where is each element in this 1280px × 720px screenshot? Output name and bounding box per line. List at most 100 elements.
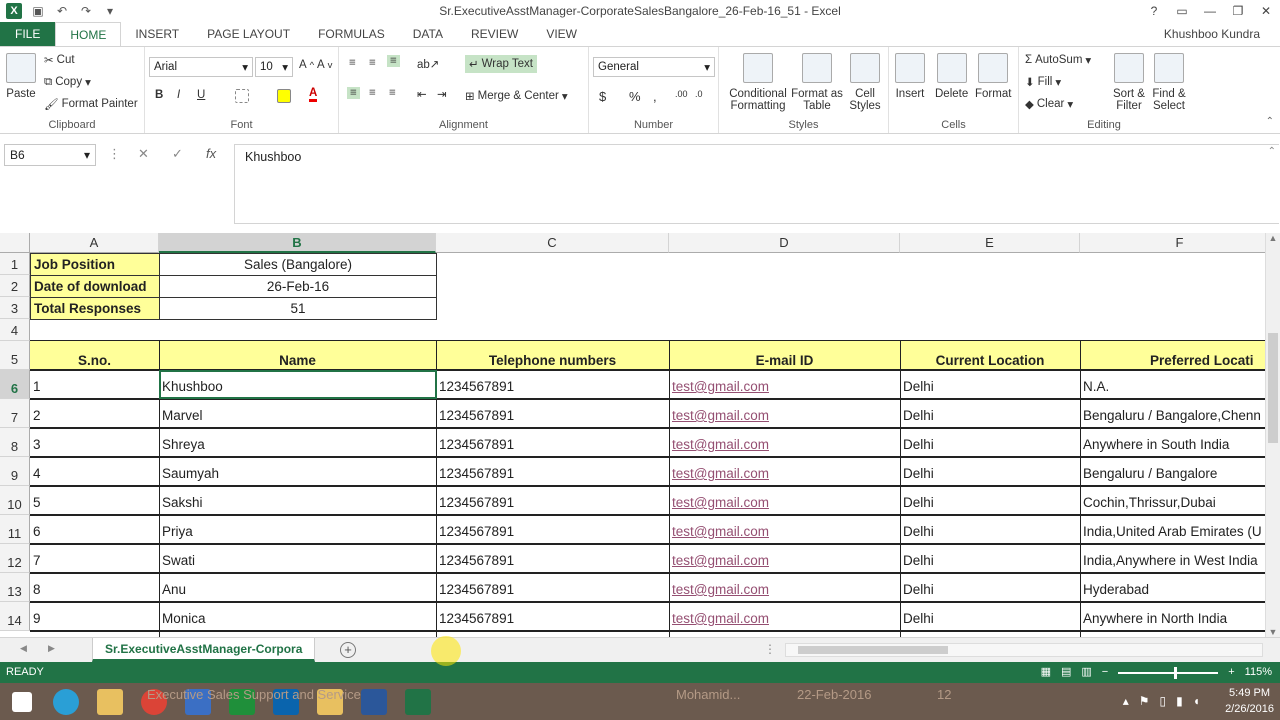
preferred-location-cell[interactable]: Bengaluru / Bangalore,Chenn — [1080, 399, 1265, 428]
clear-button[interactable]: ◆ Clear ▾ — [1025, 97, 1073, 111]
preferred-location-cell[interactable]: Bengaluru / Bangalore — [1080, 457, 1265, 486]
start-button[interactable] — [0, 683, 44, 720]
page-layout-view-icon[interactable]: ▤ — [1061, 662, 1071, 683]
customize-qat-icon[interactable]: ▾ — [102, 4, 118, 18]
fill-button[interactable]: ⬇ Fill ▾ — [1025, 75, 1061, 89]
orientation-icon[interactable]: ab↗ — [417, 57, 439, 71]
sno-cell[interactable]: 6 — [30, 515, 159, 544]
font-color-button[interactable]: A — [309, 87, 318, 102]
shrink-font-button[interactable]: Av — [317, 59, 332, 71]
email-cell[interactable]: test@gmail.com — [669, 399, 900, 428]
worksheet-grid[interactable]: A B C D E F 1 2 3 4 5 6 7 8 9 10 11 12 1… — [0, 233, 1265, 637]
meta-value-cell[interactable]: 51 — [159, 297, 437, 320]
decrease-decimal-icon[interactable]: .0 — [695, 89, 703, 99]
collapse-ribbon-icon[interactable]: ⌃ — [1266, 116, 1274, 127]
preferred-location-cell[interactable]: Hyderabad — [1080, 573, 1265, 602]
header-cell-current-location[interactable]: Current Location — [900, 341, 1080, 370]
preferred-location-cell[interactable]: Cochin,Thrissur,Dubai — [1080, 486, 1265, 515]
meta-value-cell[interactable]: Sales (Bangalore) — [159, 253, 437, 276]
insert-function-icon[interactable]: fx — [206, 146, 216, 161]
scroll-up-icon[interactable]: ▲ — [1266, 233, 1280, 243]
font-size-select[interactable]: 10 ▾ — [255, 57, 293, 77]
next-sheet-icon[interactable]: ▶ — [48, 643, 55, 654]
row-header[interactable]: 13 — [0, 573, 30, 602]
zoom-slider[interactable] — [1118, 666, 1219, 679]
row-header[interactable]: 7 — [0, 399, 30, 428]
phone-cell[interactable]: 1234567891 — [436, 515, 669, 544]
minimize-icon[interactable]: — — [1196, 0, 1224, 22]
row-header[interactable]: 2 — [0, 275, 30, 297]
expand-formula-icon[interactable]: ⌃ — [1268, 146, 1276, 157]
sno-cell[interactable]: 5 — [30, 486, 159, 515]
horizontal-scroll-thumb[interactable] — [798, 646, 948, 654]
format-as-table-button[interactable]: Format as Table — [789, 53, 845, 112]
phone-cell[interactable]: 1234567891 — [436, 486, 669, 515]
row-header[interactable]: 8 — [0, 428, 30, 457]
currency-button[interactable]: $ — [599, 89, 606, 104]
row-header[interactable]: 11 — [0, 515, 30, 544]
meta-label-cell[interactable]: Job Position — [30, 253, 160, 276]
name-cell[interactable]: Swati — [159, 544, 436, 573]
name-cell[interactable]: Sakshi — [159, 486, 436, 515]
row-header[interactable]: 14 — [0, 602, 30, 631]
autosum-button[interactable]: Σ AutoSum ▾ — [1025, 53, 1091, 67]
increase-indent-icon[interactable]: ⇥ — [437, 87, 447, 101]
preferred-location-cell[interactable]: India,Anywhere in West India — [1080, 544, 1265, 573]
location-cell[interactable]: Delhi — [900, 457, 1080, 486]
name-cell[interactable]: Monica — [159, 602, 436, 631]
column-header-f[interactable]: F — [1080, 233, 1265, 253]
sno-cell[interactable]: 8 — [30, 573, 159, 602]
insert-cells-button[interactable]: Insert — [895, 53, 925, 100]
comma-button[interactable]: , — [653, 89, 657, 104]
wrap-text-button[interactable]: ↵ Wrap Text — [465, 55, 537, 73]
cancel-icon[interactable]: ✕ — [138, 146, 149, 162]
name-cell[interactable]: Priya — [159, 515, 436, 544]
column-header-d[interactable]: D — [669, 233, 900, 253]
meta-label-cell[interactable]: Total Responses — [30, 297, 160, 320]
location-cell[interactable]: Delhi — [900, 428, 1080, 457]
name-cell[interactable]: Marvel — [159, 399, 436, 428]
name-cell[interactable]: Anu — [159, 573, 436, 602]
row-header[interactable]: 4 — [0, 319, 30, 341]
row-header[interactable]: 1 — [0, 253, 30, 275]
format-cells-button[interactable]: Format — [975, 53, 1011, 100]
row-header[interactable]: 10 — [0, 486, 30, 515]
sno-cell[interactable]: 9 — [30, 602, 159, 631]
page-break-view-icon[interactable]: ▥ — [1081, 662, 1091, 683]
meta-label-cell[interactable]: Date of download — [30, 275, 160, 298]
redo-icon[interactable]: ↷ — [78, 4, 94, 18]
name-box[interactable]: B6 ▾ — [4, 144, 96, 166]
row-header[interactable]: 5 — [0, 341, 30, 370]
name-cell[interactable]: Shreya — [159, 428, 436, 457]
italic-button[interactable]: I — [177, 89, 180, 101]
zoom-in-icon[interactable]: + — [1228, 662, 1234, 683]
save-icon[interactable]: ▣ — [30, 4, 46, 18]
sno-cell[interactable]: 3 — [30, 428, 159, 457]
merge-center-button[interactable]: ⊞ Merge & Center ▾ — [465, 89, 568, 103]
cell-styles-button[interactable]: Cell Styles — [845, 53, 885, 112]
location-cell[interactable]: Delhi — [900, 370, 1080, 399]
phone-cell[interactable]: 1234567891 — [436, 399, 669, 428]
phone-cell[interactable]: 1234567891 — [436, 573, 669, 602]
align-left-icon[interactable]: ≡ — [347, 87, 360, 99]
email-cell[interactable]: test@gmail.com — [669, 486, 900, 515]
flag-icon[interactable]: ⚑ — [1139, 694, 1150, 708]
sno-cell[interactable]: 1 — [30, 370, 159, 399]
align-middle-icon[interactable]: ≡ — [369, 57, 376, 69]
undo-icon[interactable]: ↶ — [54, 4, 70, 18]
grow-font-button[interactable]: A ^ — [299, 59, 314, 71]
fill-color-button[interactable] — [277, 89, 291, 103]
horizontal-scrollbar[interactable] — [785, 643, 1263, 657]
tab-page-layout[interactable]: PAGE LAYOUT — [193, 22, 304, 46]
email-cell[interactable]: test@gmail.com — [669, 428, 900, 457]
zoom-out-icon[interactable]: − — [1102, 662, 1108, 683]
taskbar-excel[interactable] — [396, 683, 440, 720]
phone-cell[interactable]: 1234567891 — [436, 544, 669, 573]
prev-sheet-icon[interactable]: ◀ — [20, 643, 27, 654]
vertical-scrollbar[interactable]: ▲ ▼ — [1265, 233, 1280, 637]
font-name-select[interactable]: Arial ▾ — [149, 57, 253, 77]
find-select-button[interactable]: Find & Select — [1147, 53, 1191, 112]
phone-cell[interactable]: 1234567891 — [436, 602, 669, 631]
row-header[interactable]: 6 — [0, 370, 30, 399]
meta-value-cell[interactable]: 26-Feb-16 — [159, 275, 437, 298]
